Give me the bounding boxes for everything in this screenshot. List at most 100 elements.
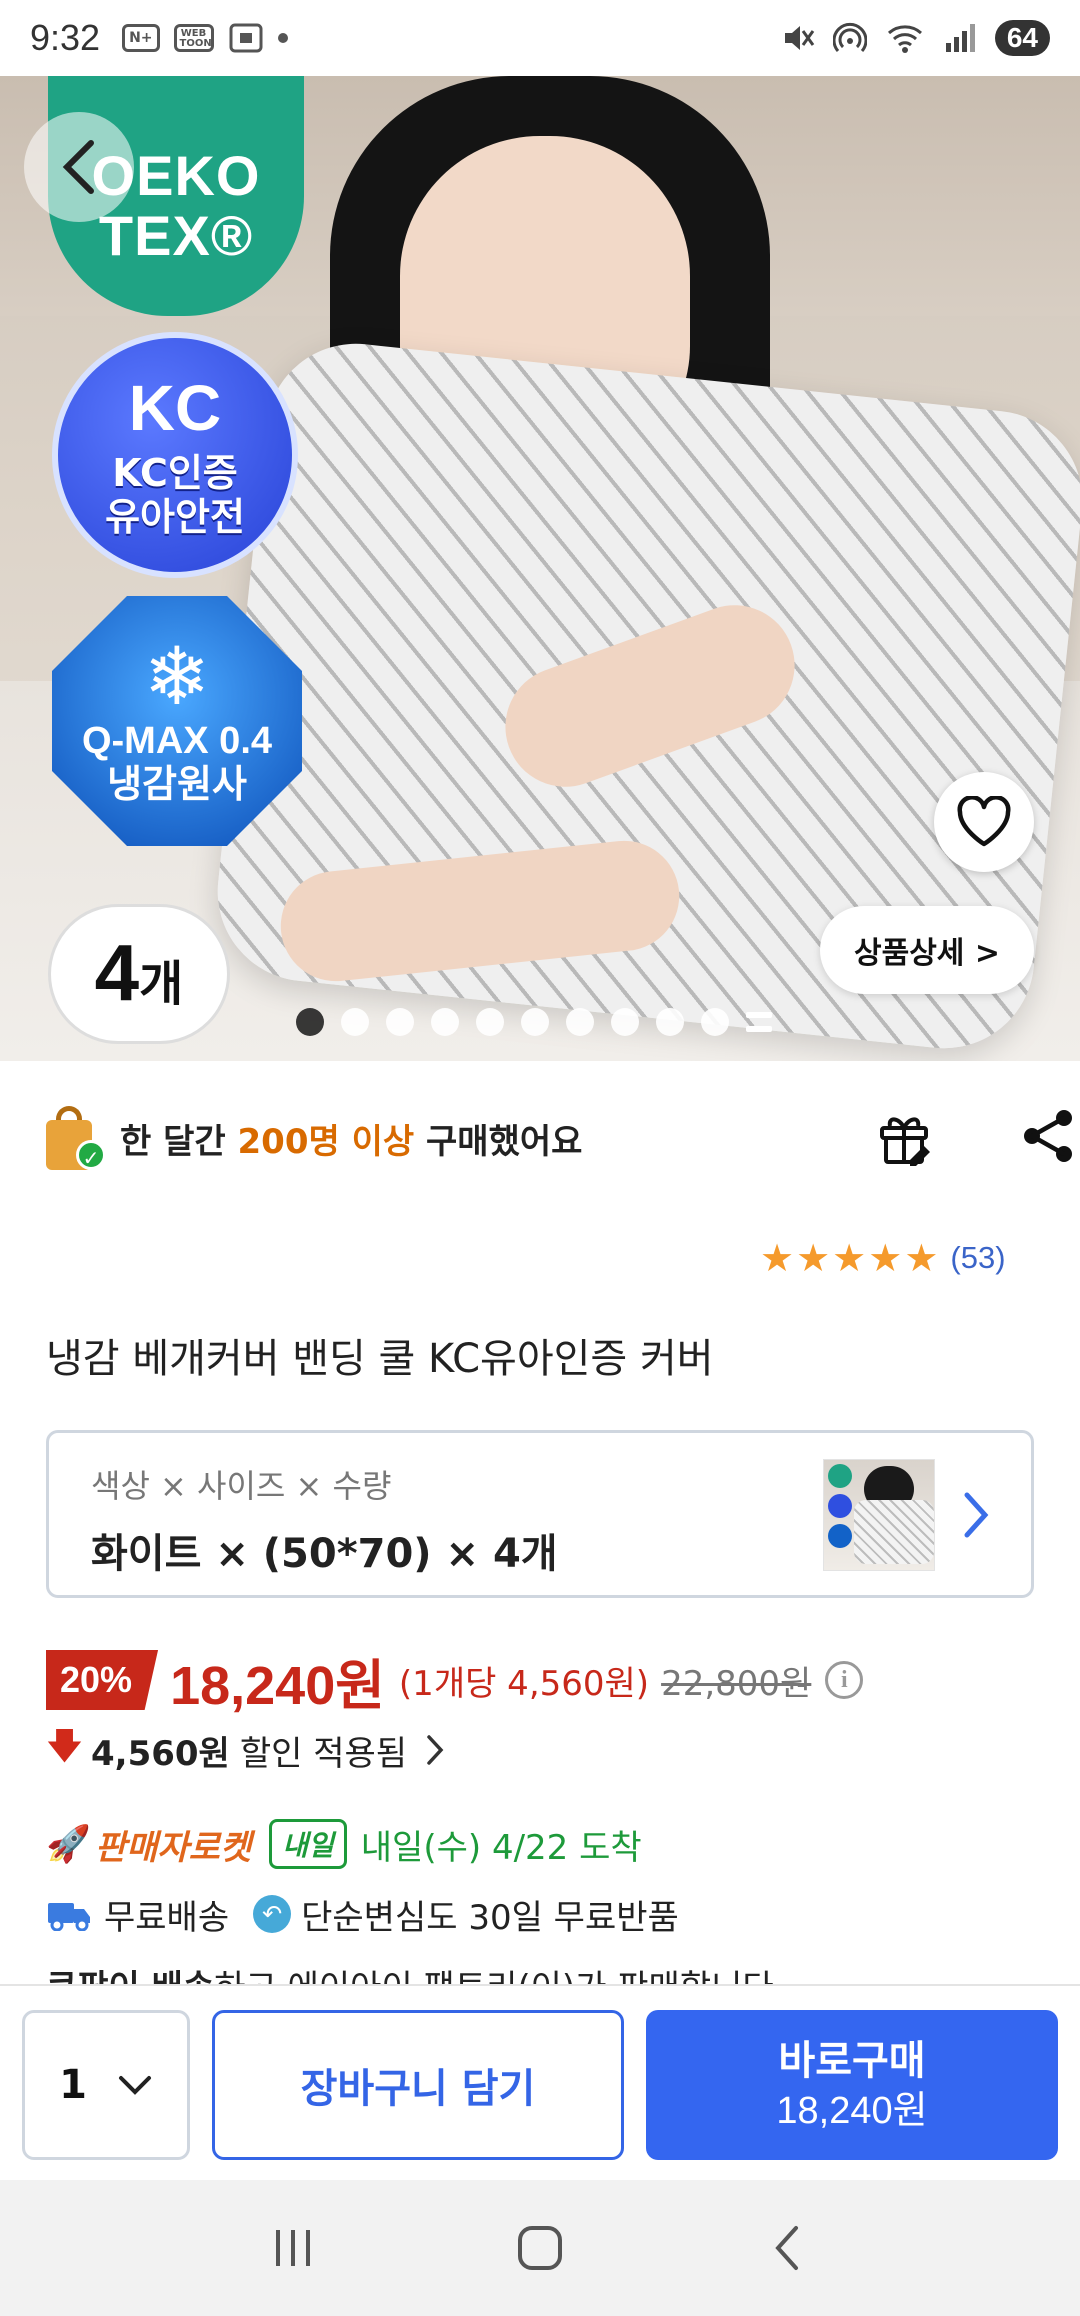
webtoon-icon: WEB TOON	[173, 24, 214, 52]
add-to-cart-label: 장바구니 담기	[300, 2066, 536, 2112]
product-detail-button[interactable]: 상품상세 >	[820, 906, 1034, 994]
purchase-count-highlight: 200명 이상	[237, 1121, 415, 1162]
kc-logo: KC	[128, 372, 222, 444]
quantity-value: 1	[59, 2062, 87, 2108]
return-icon: ↶	[253, 1895, 292, 1933]
add-to-cart-button[interactable]: 장바구니 담기	[212, 2010, 624, 2160]
notification-icons: N+ WEB TOON	[122, 22, 288, 54]
rating-summary[interactable]: ★ ★ ★ ★ ★ (53)	[760, 1230, 1006, 1286]
option-selector[interactable]: 색상 × 사이즈 × 수량 화이트 × (50*70) × 4개	[46, 1430, 1034, 1598]
carousel-dot[interactable]	[701, 1008, 729, 1036]
chevron-down-icon	[118, 2076, 151, 2095]
battery-indicator: 64	[994, 20, 1050, 56]
discount-label: 할인 적용됨	[239, 1733, 408, 1774]
product-title: 냉감 베개커버 밴딩 쿨 KC유아인증 커버	[46, 1336, 714, 1382]
heart-icon	[957, 796, 1011, 847]
chevron-right-icon	[964, 1492, 989, 1538]
chevron-right-icon	[427, 1735, 444, 1765]
carousel-dot[interactable]	[431, 1008, 459, 1036]
arrival-date: 내일(수) 4/22 도착	[360, 1827, 642, 1868]
back-arrow-icon	[774, 2226, 798, 2270]
arrow-down-icon: 🡇	[46, 1725, 84, 1767]
info-icon[interactable]: i	[825, 1661, 864, 1699]
quantity-badge-unit: 개	[139, 956, 184, 1012]
seller-info: 쿠팡이 배송하고 에이아이 팩토리(이)가 판매합니다	[46, 1960, 774, 1984]
original-price: 22,800원	[661, 1663, 812, 1704]
product-image-carousel[interactable]: OEKO TEX® KC KC인증 유아안전 ❄ Q-MAX 0.4 냉감원사 …	[0, 76, 1080, 1061]
naver-plus-icon: N+	[122, 24, 160, 52]
qmax-cooling-badge: ❄ Q-MAX 0.4 냉감원사	[52, 596, 302, 846]
discount-amount: 4,560원	[91, 1733, 230, 1774]
status-bar: 9:32 N+ WEB TOON 64	[0, 0, 1080, 76]
bottom-action-bar: 1 장바구니 담기 바로구매 18,240원	[0, 1984, 1080, 2180]
buy-now-price: 18,240원	[776, 2090, 928, 2132]
kc-line2: 유아안전	[105, 495, 245, 539]
carousel-dot[interactable]	[566, 1008, 594, 1036]
applied-discount[interactable]: 🡇 4,560원 할인 적용됨	[46, 1722, 445, 1778]
recent-apps-button[interactable]	[253, 2208, 333, 2288]
back-button[interactable]	[24, 112, 134, 222]
system-icons: 64	[781, 20, 1050, 56]
system-navigation-bar	[0, 2180, 1080, 2316]
star-icon: ★	[904, 1236, 939, 1280]
shipping-row: 무료배송 ↶ 단순변심도 30일 무료반품	[46, 1886, 679, 1942]
seller-delivery-bold: 쿠팡이 배송	[46, 1968, 214, 1984]
oeko-line2: TEX®	[98, 204, 254, 267]
hotspot-icon	[832, 22, 867, 52]
home-button[interactable]	[500, 2208, 580, 2288]
seller-delivery-rest: 하고 에이아이 팩토리(이)가 판매합니다	[214, 1968, 773, 1984]
purchase-count-banner: ✓ 한 달간 200명 이상 구매했어요	[46, 1098, 1072, 1178]
snowflake-icon: ❄	[143, 630, 211, 723]
mute-icon	[784, 26, 815, 50]
price-row: 20% 18,240원 (1개당 4,560원) 22,800원 i	[46, 1640, 864, 1720]
qmax-line1: Q-MAX 0.4	[81, 720, 273, 762]
star-icon: ★	[760, 1236, 795, 1280]
option-label: 색상 × 사이즈 × 수량	[91, 1467, 392, 1505]
free-shipping-label: 무료배송	[104, 1897, 230, 1938]
buy-now-button[interactable]: 바로구매 18,240원	[646, 2010, 1058, 2160]
shopping-bag-icon: ✓	[46, 1106, 106, 1170]
kc-certification-badge: KC KC인증 유아안전	[52, 332, 298, 578]
chevron-left-icon	[62, 140, 94, 194]
carousel-dot[interactable]	[521, 1008, 549, 1036]
gift-icon[interactable]	[872, 1104, 936, 1168]
carousel-dot[interactable]	[476, 1008, 504, 1036]
free-return-label: 단순변심도 30일 무료반품	[301, 1897, 679, 1938]
qmax-line2: 냉감원사	[107, 764, 247, 806]
tomorrow-chip: 내일	[269, 1819, 347, 1869]
wishlist-button[interactable]	[934, 772, 1034, 872]
rocket-delivery-row: 🚀 판매자로켓 내일 내일(수) 4/22 도착	[46, 1814, 642, 1874]
rocket-delivery-label: 판매자로켓	[94, 1827, 252, 1868]
carousel-dot[interactable]	[386, 1008, 414, 1036]
review-count[interactable]: (53)	[950, 1240, 1005, 1276]
carousel-dot[interactable]	[296, 1008, 324, 1036]
home-icon	[517, 2226, 562, 2270]
star-icon: ★	[832, 1236, 867, 1280]
recent-apps-icon	[276, 2230, 311, 2266]
status-time: 9:32	[30, 17, 101, 58]
quantity-select[interactable]: 1	[22, 2010, 190, 2160]
signal-icon	[945, 24, 975, 52]
more-notifications-dot	[277, 33, 288, 43]
share-icon[interactable]	[1016, 1104, 1080, 1168]
carousel-dots	[296, 1008, 772, 1036]
system-back-button[interactable]	[747, 2208, 827, 2288]
carousel-more-icon[interactable]	[746, 1012, 772, 1032]
carousel-dot[interactable]	[656, 1008, 684, 1036]
option-value: 화이트 × (50*70) × 4개	[91, 1531, 558, 1577]
discount-rate-badge: 20%	[46, 1650, 159, 1710]
kc-line1: KC인증	[112, 451, 238, 495]
product-detail-label: 상품상세 >	[854, 936, 1000, 971]
star-icon: ★	[868, 1236, 903, 1280]
unit-price: (1개당 4,560원)	[398, 1663, 650, 1704]
buy-now-label: 바로구매	[778, 2038, 926, 2084]
truck-icon	[48, 1903, 90, 1931]
carousel-dot[interactable]	[611, 1008, 639, 1036]
sale-price: 18,240원	[170, 1655, 385, 1716]
rocket-icon: 🚀	[46, 1824, 91, 1865]
purchase-count-text: 한 달간 200명 이상 구매했어요	[120, 1121, 583, 1162]
carousel-dot[interactable]	[341, 1008, 369, 1036]
quantity-badge: 4 개	[48, 904, 230, 1044]
screenshot-icon	[229, 23, 263, 53]
wifi-icon	[887, 25, 922, 53]
